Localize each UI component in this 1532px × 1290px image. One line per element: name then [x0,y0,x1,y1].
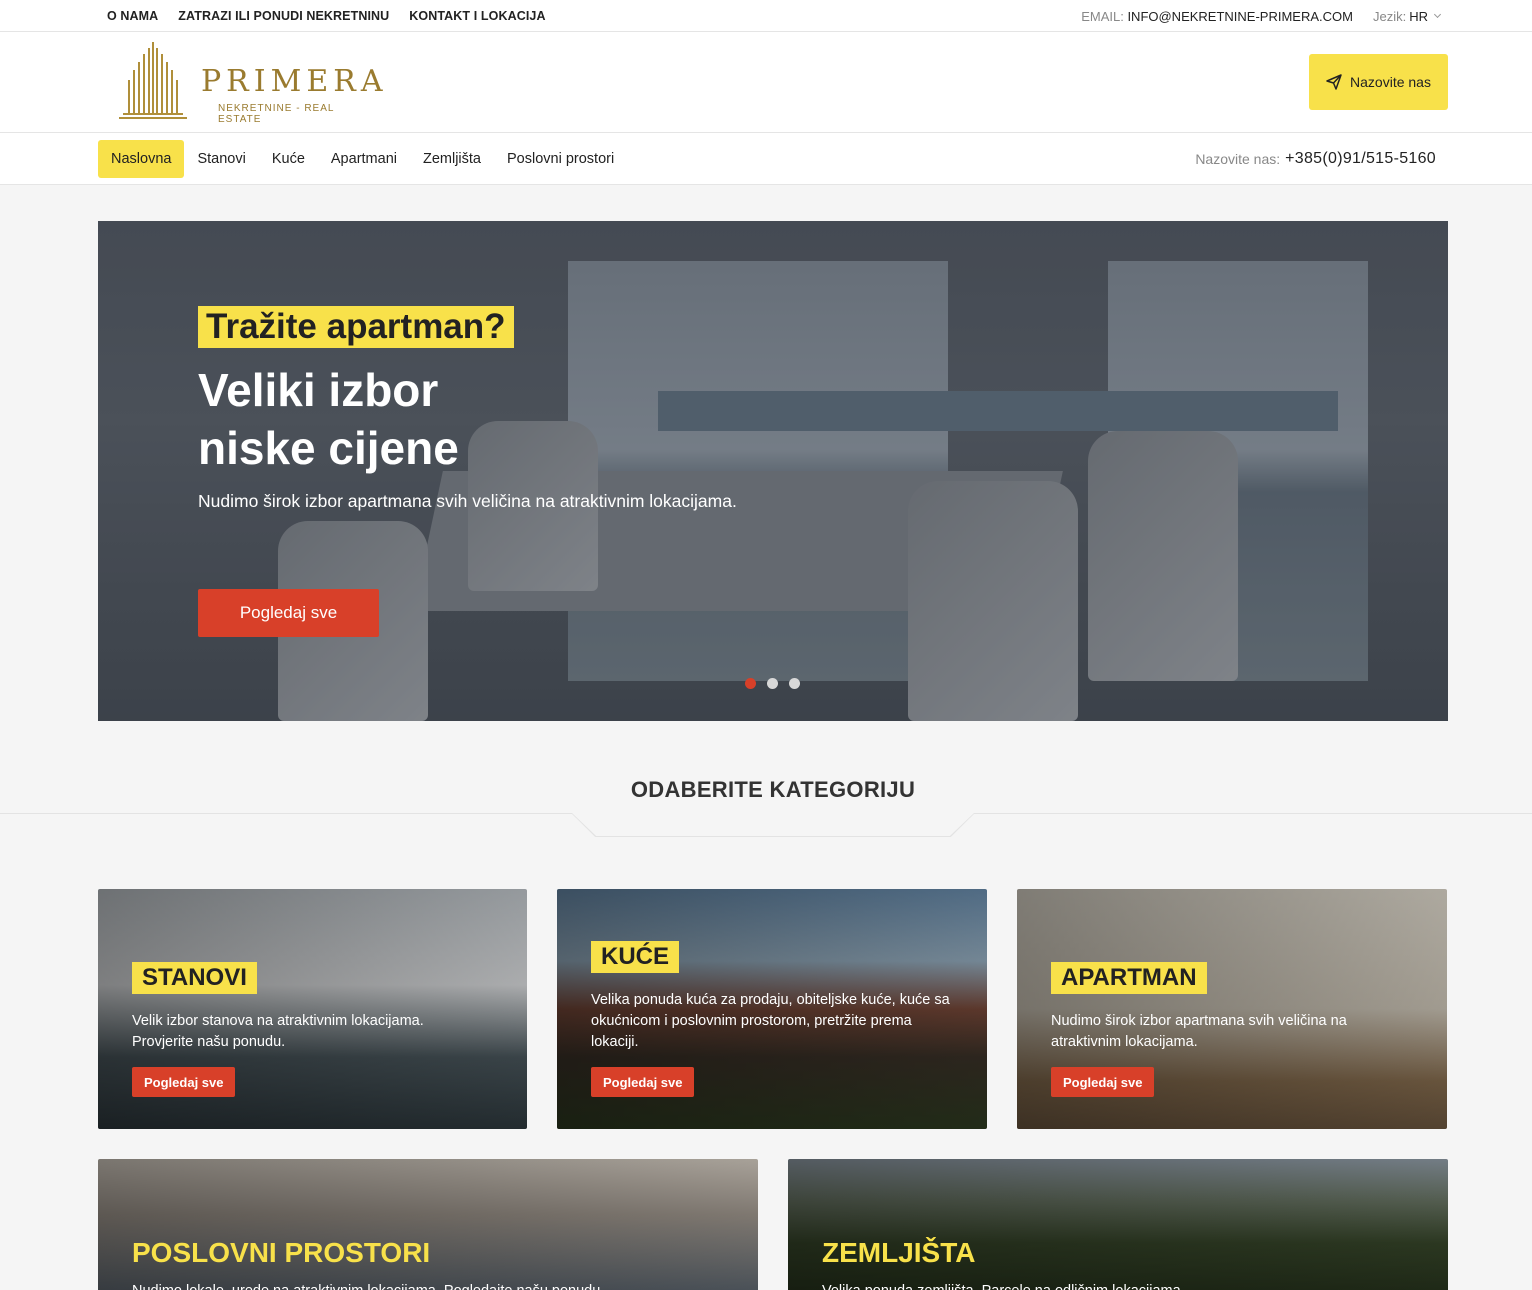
link-zatrazi-nekretninu[interactable]: ZATRAZI ILI PONUDI NEKRETNINU [178,9,389,23]
card-shade [98,1159,758,1290]
categories-title: ODABERITE KATEGORIJU [630,777,916,802]
category-title: POSLOVNI PROSTORI [132,1237,431,1268]
category-title: KUĆE [591,941,680,973]
category-card-poslovni-prostori[interactable]: POSLOVNI PROSTORI Nudimo lokale, urede n… [98,1159,758,1290]
building-logo-icon [119,42,187,119]
top-links: O NAMA ZATRAZI ILI PONUDI NEKRETNINU KON… [107,0,546,32]
category-card-kuce[interactable]: KUĆE Velika ponuda kuća za prodaju, obit… [557,889,987,1129]
main-nav: Naslovna Stanovi Kuće Apartmani Zemljišt… [0,133,1532,185]
category-title: ZEMLJIŠTA [822,1237,976,1268]
language-selector[interactable]: Jezik: HR [1372,8,1442,24]
email-label: EMAIL: [1081,8,1124,24]
call-us-button[interactable]: Nazovite nas [1309,54,1448,110]
slider-dot-1[interactable] [745,678,756,689]
category-card-zemljista[interactable]: ZEMLJIŠTA Velika ponuda zemljišta. Parce… [788,1159,1448,1290]
category-text: Nudimo širok izbor apartmana svih veliči… [1051,1013,1347,1050]
nav-item-poslovni-prostori[interactable]: Poslovni prostori [494,140,627,178]
brand-name: PRIMERA [201,64,388,99]
top-contact: EMAIL: INFO@NEKRETNINE-PRIMERA.COM Jezik… [1081,0,1442,32]
hero-view-all-button[interactable]: Pogledaj sve [198,589,379,637]
top-bar: O NAMA ZATRAZI ILI PONUDI NEKRETNINU KON… [0,0,1532,32]
chevron-down-icon [1433,10,1442,19]
category-view-all-button[interactable]: Pogledaj sve [132,1067,236,1097]
hero-title: Veliki izbor niske cijene [198,361,698,477]
hero-title-line1: Veliki izbor [198,364,439,416]
category-card-apartman[interactable]: APARTMAN Nudimo širok izbor apartmana sv… [1017,889,1447,1129]
link-kontakt[interactable]: KONTAKT I LOKACIJA [409,9,545,23]
slider-dot-3[interactable] [789,678,800,689]
nav-item-naslovna[interactable]: Naslovna [98,140,185,178]
category-card-stanovi[interactable]: STANOVI Velik izbor stanova na atraktivn… [98,889,527,1129]
category-title: STANOVI [132,962,257,994]
brand-tagline: NEKRETNINE - REAL ESTATE [218,103,335,125]
category-text: Velika ponuda kuća za prodaju, obiteljsk… [591,992,950,1050]
slider-dots [745,678,800,689]
phone-number[interactable]: +385(0)91/515-5160 [1285,150,1436,168]
category-text: Velik izbor stanova na atraktivnim lokac… [132,1013,424,1050]
call-us-label: Nazovite nas [1350,74,1431,90]
nav-phone: Nazovite nas: +385(0)91/515-5160 [1195,133,1436,185]
hero-tag: Tražite apartman? [198,306,514,348]
nav-items: Naslovna Stanovi Kuće Apartmani Zemljišt… [98,140,627,178]
hero-slider: Tražite apartman? Veliki izbor niske cij… [98,221,1448,721]
nav-item-kuce[interactable]: Kuće [259,140,318,178]
link-o-nama[interactable]: O NAMA [107,9,158,23]
nav-item-stanovi[interactable]: Stanovi [184,140,258,178]
category-view-all-button[interactable]: Pogledaj sve [591,1067,695,1097]
nav-item-apartmani[interactable]: Apartmani [318,140,410,178]
category-text: Velika ponuda zemljišta. Parcele na odli… [822,1281,1422,1290]
site-header: PRIMERA NEKRETNINE - REAL ESTATE Nazovit… [0,32,1532,133]
category-text: Nudimo lokale, urede na atraktivnim loka… [132,1281,732,1290]
card-shade [788,1159,1448,1290]
section-tab [572,813,974,836]
hero-title-line2: niske cijene [198,422,459,474]
language-label: Jezik: [1372,8,1407,24]
email-value[interactable]: INFO@NEKRETNINE-PRIMERA.COM [1127,9,1353,24]
paper-plane-icon [1326,74,1342,90]
logo[interactable]: PRIMERA NEKRETNINE - REAL ESTATE [115,40,383,125]
category-view-all-button[interactable]: Pogledaj sve [1051,1067,1155,1097]
email-info[interactable]: EMAIL: INFO@NEKRETNINE-PRIMERA.COM [1081,9,1353,24]
category-title: APARTMAN [1051,962,1207,994]
slider-dot-2[interactable] [767,678,778,689]
hero-lead: Nudimo širok izbor apartmana svih veliči… [198,491,737,511]
phone-label: Nazovite nas: [1195,151,1281,167]
nav-item-zemljista[interactable]: Zemljišta [410,140,494,178]
language-value: HR [1409,8,1428,24]
